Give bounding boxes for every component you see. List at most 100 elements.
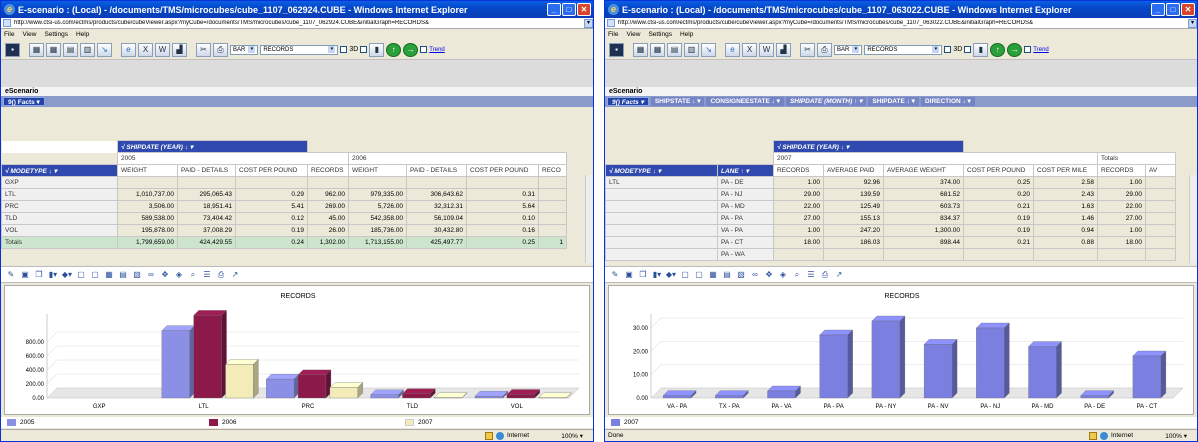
table-row[interactable]: LTL PA - DE 1.00 92.96 374.00 0.25 2.58 1.00 [605, 176, 1176, 189]
layout-2-icon[interactable]: ▢ [89, 269, 101, 281]
zoom-icon[interactable]: ⌕ [791, 269, 803, 281]
export-icon[interactable]: ↘ [97, 42, 112, 57]
table-icon[interactable]: ▦ [103, 269, 115, 281]
dim-direction[interactable]: DIRECTION ↓ ▾ [920, 97, 975, 106]
minimize-button[interactable]: _ [1151, 3, 1165, 16]
tools-icon[interactable]: ✂ [800, 42, 815, 57]
word-icon[interactable]: W [759, 42, 774, 57]
table-row[interactable]: VOL 195,878.00 37,008.29 0.19 26.00 185,736.0… [1, 224, 567, 237]
grid-vertical-scrollbar[interactable] [585, 175, 593, 263]
menu-view[interactable]: View [22, 31, 36, 38]
table-row[interactable]: LTL 1,010,737.00 295,065.43 0.29 962.00 979,3… [1, 188, 567, 201]
address-bar[interactable]: http://www.ctsi-us.com/ectms/products/cu… [605, 18, 1197, 29]
zoom-level[interactable]: 100% ▾ [1165, 432, 1187, 440]
3d-icon[interactable]: ◈ [777, 269, 789, 281]
row-dim-lane[interactable]: LANE ↑ ▾ [717, 164, 774, 177]
layout-2-icon[interactable]: ▢ [693, 269, 705, 281]
print-icon[interactable]: ⎙ [215, 269, 227, 281]
grid-view-2-icon[interactable]: ▦ [46, 42, 61, 57]
bar-chart-icon[interactable]: ▮ [973, 42, 989, 57]
table-row[interactable]: PA - CT 18.00 186.03 898.44 0.21 0.88 18.00 [605, 236, 1176, 249]
layout-icon[interactable]: ▢ [679, 269, 691, 281]
col-dim-shipdate-year[interactable]: √ SHIPDATE (YEAR) ↓ ▾ [773, 140, 964, 153]
color-icon[interactable]: ◆▾ [665, 269, 677, 281]
table-row[interactable]: PRC 3,506.00 18,951.41 5.41 269.00 5,726.00 32… [1, 200, 567, 213]
menu-view[interactable]: View [626, 31, 640, 38]
grid-view-4-icon[interactable]: ▥ [80, 42, 95, 57]
address-text[interactable]: http://www.ctsi-us.com/ectms/products/cu… [14, 20, 584, 26]
properties-icon[interactable]: ☰ [805, 269, 817, 281]
table-row[interactable]: PA - WA [605, 248, 1176, 261]
option-checkbox[interactable] [964, 46, 972, 53]
excel-icon[interactable]: X [138, 42, 153, 57]
grid-icon[interactable]: ▤ [117, 269, 129, 281]
ie-export-icon[interactable]: e [725, 42, 740, 57]
up-arrow-icon[interactable]: ↑ [990, 42, 1006, 57]
menu-help[interactable]: Help [76, 31, 89, 38]
3d-checkbox[interactable] [944, 46, 952, 53]
chevron-down-icon[interactable]: ▾ [584, 18, 593, 28]
ie-export-icon[interactable]: e [121, 42, 136, 57]
address-text[interactable]: http://www.ctsi-us.com/ectms/products/cu… [618, 20, 1188, 26]
save-icon[interactable]: ▪ [5, 42, 20, 57]
table-row[interactable]: PA - PA 27.00 155.13 834.37 0.19 1.46 27.00 [605, 212, 1176, 225]
row-dim-modetype[interactable]: √ MODETYPE ↓ ▾ [1, 164, 118, 177]
table-row[interactable]: Totals 1,799,659.00 424,429.55 0.24 1,302.00… [1, 236, 567, 249]
chart-export-icon[interactable]: ▟ [172, 42, 187, 57]
close-button[interactable]: ✕ [1181, 3, 1195, 16]
trend-link[interactable]: Trend [429, 47, 444, 53]
dim-shipstate[interactable]: SHIPSTATE ↓ ▾ [650, 97, 705, 106]
option-checkbox[interactable] [360, 46, 368, 53]
grid-view-icon[interactable]: ▦ [633, 42, 648, 57]
table-row[interactable]: PA - MD 22.00 125.49 603.73 0.21 1.63 22.00 [605, 200, 1176, 213]
save-icon[interactable]: ▪ [609, 42, 624, 57]
properties-icon[interactable]: ☰ [201, 269, 213, 281]
table-row[interactable]: PA - NJ 29.00 139.59 681.52 0.20 2.43 29.00 [605, 188, 1176, 201]
row-dim-modetype[interactable]: √ MODETYPE ↓ ▾ [605, 164, 718, 177]
data-icon[interactable]: ▧ [735, 269, 747, 281]
maximize-button[interactable]: □ [562, 3, 576, 16]
dim-shipdate-month[interactable]: SHIPDATE (MONTH) ↑ ▾ [785, 97, 867, 106]
copy-icon[interactable]: ❐ [33, 269, 45, 281]
grid-view-3-icon[interactable]: ▤ [63, 42, 78, 57]
new-icon[interactable]: ✎ [5, 269, 17, 281]
right-arrow-icon[interactable]: → [1007, 42, 1023, 57]
trend-icon[interactable]: ↗ [833, 269, 845, 281]
measure-select[interactable]: RECORDS ▾ [260, 44, 339, 55]
maximize-button[interactable]: □ [1166, 3, 1180, 16]
chevron-down-icon[interactable]: ▾ [1188, 18, 1197, 28]
print-icon[interactable]: ⎙ [819, 269, 831, 281]
menu-file[interactable]: File [4, 31, 14, 38]
table-row[interactable]: GXP [1, 176, 567, 189]
table-row[interactable]: TLD 589,538.00 73,404.42 0.12 45.00 542,358.0… [1, 212, 567, 225]
facts-button[interactable]: 9() Facts ▾ [607, 97, 649, 106]
color-icon[interactable]: ◆▾ [61, 269, 73, 281]
menu-settings[interactable]: Settings [648, 31, 672, 38]
bar-chart-icon[interactable]: ▮ [369, 42, 385, 57]
3d-icon[interactable]: ◈ [173, 269, 185, 281]
grid-view-icon[interactable]: ▦ [29, 42, 44, 57]
chart-type-select[interactable]: BAR ▾ [230, 44, 259, 55]
move-icon[interactable]: ✥ [763, 269, 775, 281]
trend-link[interactable]: Trend [1033, 47, 1048, 53]
layout-icon[interactable]: ▢ [75, 269, 87, 281]
dim-shipdate[interactable]: SHIPDATE ↓ ▾ [868, 97, 919, 106]
chart-type-select[interactable]: BAR ▾ [834, 44, 863, 55]
link-icon[interactable]: ∞ [145, 269, 157, 281]
print-icon[interactable]: ⎙ [213, 42, 228, 57]
trend-checkbox[interactable] [1024, 46, 1032, 53]
right-arrow-icon[interactable]: → [403, 42, 419, 57]
menu-help[interactable]: Help [680, 31, 693, 38]
menu-settings[interactable]: Settings [44, 31, 68, 38]
data-icon[interactable]: ▧ [131, 269, 143, 281]
save-icon[interactable]: ▣ [623, 269, 635, 281]
grid-view-4-icon[interactable]: ▥ [684, 42, 699, 57]
col-dim-shipdate-year[interactable]: √ SHIPDATE (YEAR) ↓ ▾ [117, 140, 308, 153]
address-bar[interactable]: http://www.ctsi-us.com/ectms/products/cu… [1, 18, 593, 29]
export-icon[interactable]: ↘ [701, 42, 716, 57]
grid-icon[interactable]: ▤ [721, 269, 733, 281]
chart-type-icon[interactable]: ▮▾ [47, 269, 59, 281]
table-row[interactable]: VA - PA 1.00 247.20 1,300.00 0.19 0.94 1.00 [605, 224, 1176, 237]
table-icon[interactable]: ▦ [707, 269, 719, 281]
zoom-level[interactable]: 100% ▾ [561, 432, 583, 440]
